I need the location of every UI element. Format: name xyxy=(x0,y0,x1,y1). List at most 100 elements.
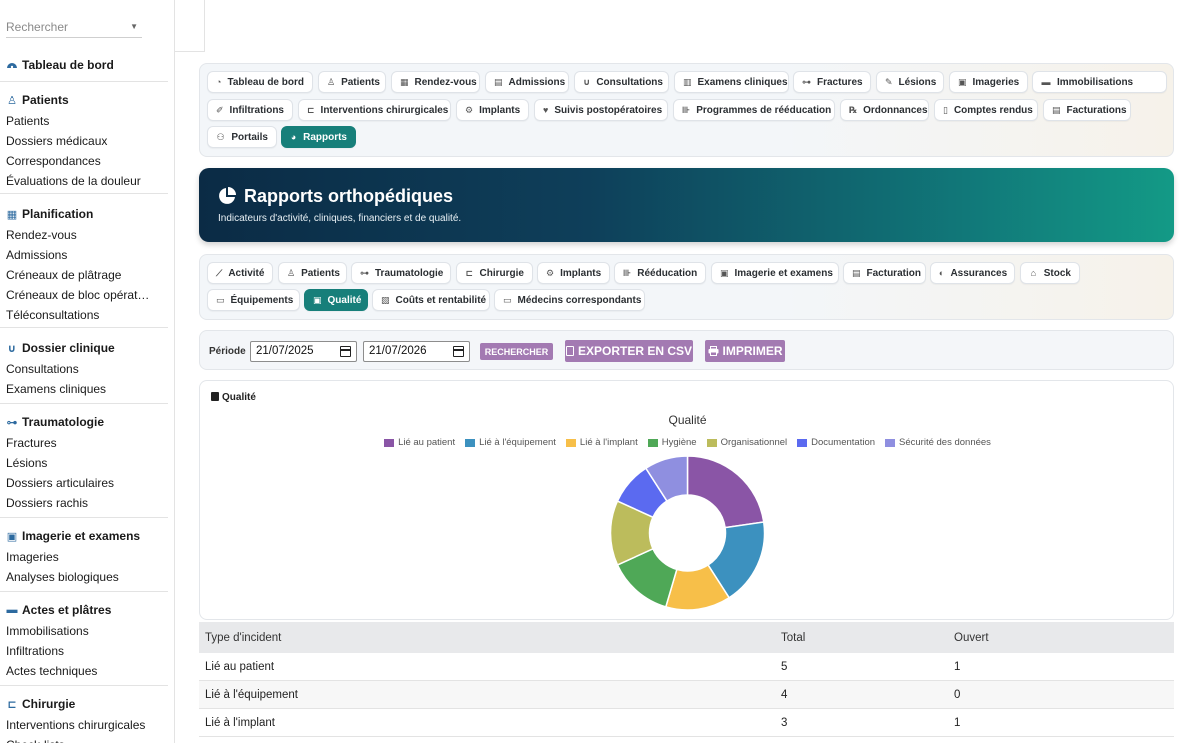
sidebar-item[interactable]: Interventions chirurgicales xyxy=(0,715,168,735)
procedures-icon: ⊏ xyxy=(465,268,474,278)
sidebar-item[interactable]: Actes techniques xyxy=(0,661,168,681)
tab-0[interactable]: ◔ Tableau de bord xyxy=(207,71,313,93)
tab-14[interactable]: ⊪ Programmes de rééducation xyxy=(673,99,835,121)
donut-slice[interactable] xyxy=(609,500,654,566)
sidebar-item[interactable]: Consultations xyxy=(0,359,168,379)
legend-item[interactable]: Documentation xyxy=(797,437,875,448)
tab-2[interactable]: ▦ Rendez-vous xyxy=(391,71,480,93)
tab-15[interactable]: ℞ Ordonnances xyxy=(840,99,929,121)
tab-4[interactable]: ⚙ Implants xyxy=(537,262,610,284)
sidebar-search-input[interactable]: Rechercher ▼ xyxy=(6,16,142,38)
sidebar-section-heading[interactable]: ♙ Patients xyxy=(0,91,168,109)
tab-7[interactable]: ✎ Lésions xyxy=(876,71,944,93)
donut-slice[interactable] xyxy=(616,467,668,519)
legend-label: Lié à l'implant xyxy=(579,437,638,448)
stethoscope-icon: ∪ xyxy=(7,342,17,355)
legend-item[interactable]: Organisationnel xyxy=(706,437,787,448)
sidebar-item[interactable]: Analyses biologiques xyxy=(0,567,168,587)
sidebar-section-heading[interactable]: ▦ Planification xyxy=(0,205,168,223)
desktop-icon: ▭ xyxy=(216,295,225,305)
incidents-table: Type d'incident Total Ouvert Lié au pati… xyxy=(199,622,1174,737)
legend-item[interactable]: Sécurité des données xyxy=(885,437,991,448)
tab-4[interactable]: ∪ Consultations xyxy=(574,71,669,93)
tab-11[interactable]: ⊏ Interventions chirurgicales xyxy=(298,99,451,121)
sidebar-item[interactable]: Dossiers rachis xyxy=(0,493,168,513)
tab-5[interactable]: ▥ Examens cliniques xyxy=(674,71,789,93)
tab-1[interactable]: ♙ Patients xyxy=(318,71,386,93)
tab-7[interactable]: ▤ Facturation xyxy=(843,262,926,284)
tab-3[interactable]: ⊏ Chirurgie xyxy=(456,262,533,284)
sidebar-section-heading[interactable]: ∪ Dossier clinique xyxy=(0,339,168,357)
sidebar-section-heading[interactable]: ▬ Actes et plâtres xyxy=(0,601,168,619)
tab-6[interactable]: ▣ Imagerie et examens xyxy=(711,262,839,284)
tab-5[interactable]: ⊪ Rééducation xyxy=(614,262,706,284)
invoice-icon: ▤ xyxy=(852,268,861,278)
tab-10[interactable]: ▭ Équipements xyxy=(207,289,300,311)
calendar-icon[interactable] xyxy=(340,346,351,357)
legend-swatch xyxy=(706,438,717,447)
tab-label: Portails xyxy=(231,131,268,143)
sidebar-item[interactable]: Rendez-vous xyxy=(0,225,168,245)
donut-slice[interactable] xyxy=(686,455,765,529)
sidebar-item[interactable]: Patients xyxy=(0,111,168,131)
tab-9[interactable]: ▬ Immobilisations xyxy=(1032,71,1167,93)
sidebar-item[interactable]: Admissions xyxy=(0,245,168,265)
tab-6[interactable]: ⊶ Fractures xyxy=(793,71,871,93)
dumbbell-icon: ⊪ xyxy=(623,268,632,278)
tab-0[interactable]: ⟋ Activité xyxy=(207,262,273,284)
tab-16[interactable]: ▯ Comptes rendus xyxy=(934,99,1038,121)
sidebar-item[interactable]: Créneaux de bloc opérat… xyxy=(0,285,168,305)
search-button[interactable]: RECHERCHER xyxy=(480,343,553,360)
sidebar-item[interactable]: Imageries xyxy=(0,547,168,567)
donut-slice[interactable] xyxy=(707,521,766,599)
print-button[interactable]: IMPRIMER xyxy=(705,340,785,362)
tab-11[interactable]: ▣ Qualité xyxy=(304,289,368,311)
sidebar-section-heading[interactable]: ⊏ Chirurgie xyxy=(0,695,168,713)
date-to-input[interactable]: 21/07/2026 xyxy=(363,341,470,362)
date-from-input[interactable]: 21/07/2025 xyxy=(250,341,357,362)
donut-slice[interactable] xyxy=(644,455,689,503)
sidebar-item[interactable]: Immobilisations xyxy=(0,621,168,641)
tab-17[interactable]: ▤ Facturations xyxy=(1043,99,1131,121)
sidebar-item[interactable]: Évaluations de la douleur xyxy=(0,171,168,191)
sidebar-item[interactable]: Lésions xyxy=(0,453,168,473)
legend-item[interactable]: Lié à l'équipement xyxy=(465,437,556,448)
sidebar-section-6: ⊏ Chirurgie Interventions chirurgicalesChe… xyxy=(0,695,168,743)
tab-12[interactable]: ▧ Coûts et rentabilité xyxy=(372,289,490,311)
sidebar-section-heading[interactable]: ⊶ Traumatologie xyxy=(0,413,168,431)
sidebar-section-heading[interactable]: ▣ Imagerie et examens xyxy=(0,527,168,545)
legend-item[interactable]: Hygiène xyxy=(647,437,697,448)
user-injured-icon: ♙ xyxy=(7,94,17,107)
calendar-icon[interactable] xyxy=(453,346,464,357)
sidebar-item[interactable]: Téléconsultations xyxy=(0,305,168,325)
tab-9[interactable]: ⌂ Stock xyxy=(1020,262,1080,284)
column-header-total: Total xyxy=(781,631,806,644)
sidebar-item[interactable]: Dossiers articulaires xyxy=(0,473,168,493)
tab-13[interactable]: ♥ Suivis postopératoires xyxy=(534,99,668,121)
sidebar-divider xyxy=(0,403,168,404)
sidebar-item[interactable]: Dossiers médicaux xyxy=(0,131,168,151)
export-csv-button[interactable]: EXPORTER EN CSV xyxy=(565,340,693,362)
chevron-down-icon[interactable]: ▼ xyxy=(130,22,138,31)
sidebar-item[interactable]: Fractures xyxy=(0,433,168,453)
sidebar-item[interactable]: Check-lists xyxy=(0,735,168,743)
tab-1[interactable]: ♙ Patients xyxy=(278,262,347,284)
tab-13[interactable]: ▭ Médecins correspondants xyxy=(494,289,645,311)
tab-19[interactable]: ◕ Rapports xyxy=(281,126,356,148)
tab-10[interactable]: ✐ Infiltrations xyxy=(207,99,293,121)
tab-3[interactable]: ▤ Admissions xyxy=(485,71,569,93)
legend-item[interactable]: Lié à l'implant xyxy=(565,437,638,448)
sidebar-item[interactable]: Examens cliniques xyxy=(0,379,168,399)
sidebar-item[interactable]: Infiltrations xyxy=(0,641,168,661)
donut-slice[interactable] xyxy=(616,547,678,608)
tab-8[interactable]: ▣ Imageries xyxy=(949,71,1028,93)
tab-18[interactable]: ⚇ Portails xyxy=(207,126,277,148)
sidebar-item[interactable]: Correspondances xyxy=(0,151,168,171)
sidebar-dashboard[interactable]: Tableau de bord xyxy=(0,56,168,74)
donut-slice[interactable] xyxy=(664,563,731,611)
legend-item[interactable]: Lié au patient xyxy=(384,437,455,448)
tab-8[interactable]: ◐ Assurances xyxy=(930,262,1015,284)
tab-2[interactable]: ⊶ Traumatologie xyxy=(351,262,451,284)
tab-12[interactable]: ⚙ Implants xyxy=(456,99,529,121)
sidebar-item[interactable]: Créneaux de plâtrage xyxy=(0,265,168,285)
